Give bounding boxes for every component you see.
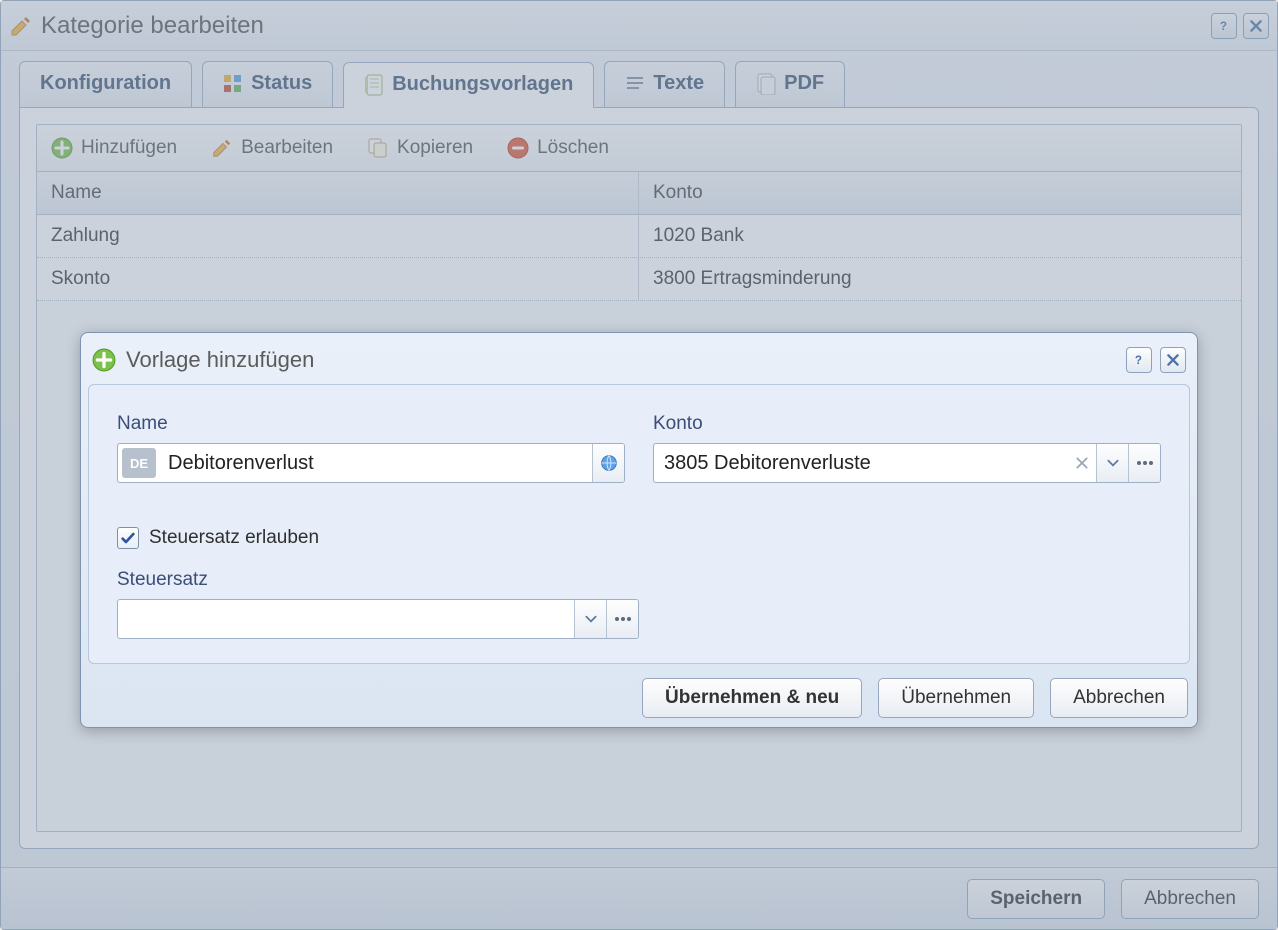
- apply-button[interactable]: Übernehmen: [878, 678, 1034, 718]
- account-label: Konto: [653, 413, 1161, 435]
- chevron-down-icon: [1106, 456, 1120, 470]
- globe-icon: [600, 454, 618, 472]
- dialog-body: Name DE Konto: [88, 384, 1190, 664]
- dialog-titlebar: Vorlage hinzufügen ?: [88, 340, 1190, 384]
- add-circle-icon: [92, 348, 116, 372]
- tax-rate-input-wrap: [117, 599, 639, 639]
- allow-tax-row: Steuersatz erlauben: [117, 527, 1161, 549]
- language-globe-button[interactable]: [592, 444, 624, 482]
- check-icon: [120, 530, 136, 546]
- name-input[interactable]: [158, 444, 592, 482]
- account-lookup-button[interactable]: [1128, 444, 1160, 482]
- account-dropdown-trigger[interactable]: [1096, 444, 1128, 482]
- account-clear-button[interactable]: [1068, 444, 1096, 482]
- dialog-close-button[interactable]: [1160, 347, 1186, 373]
- account-input-wrap: [653, 443, 1161, 483]
- dialog-cancel-button[interactable]: Abbrechen: [1050, 678, 1188, 718]
- language-badge[interactable]: DE: [122, 448, 156, 478]
- dialog-footer: Übernehmen & neu Übernehmen Abbrechen: [88, 664, 1190, 720]
- dialog-help-button[interactable]: ?: [1126, 347, 1152, 373]
- x-icon: [1075, 456, 1089, 470]
- add-template-dialog: Vorlage hinzufügen ? Name DE: [80, 332, 1198, 728]
- name-label: Name: [117, 413, 625, 435]
- name-input-wrap: DE: [117, 443, 625, 483]
- field-tax-rate: Steuersatz: [117, 569, 639, 639]
- chevron-down-icon: [584, 612, 598, 626]
- svg-text:?: ?: [1135, 354, 1142, 367]
- account-input[interactable]: [654, 444, 1068, 482]
- allow-tax-checkbox[interactable]: [117, 527, 139, 549]
- apply-and-new-button[interactable]: Übernehmen & neu: [642, 678, 862, 718]
- dialog-title: Vorlage hinzufügen: [126, 347, 314, 373]
- ellipsis-icon: [1137, 458, 1153, 468]
- tax-rate-input[interactable]: [118, 600, 574, 638]
- field-name: Name DE: [117, 413, 625, 483]
- tax-rate-label: Steuersatz: [117, 569, 639, 591]
- ellipsis-icon: [615, 614, 631, 624]
- tax-rate-dropdown-trigger[interactable]: [574, 600, 606, 638]
- question-icon: ?: [1132, 353, 1146, 367]
- tax-rate-lookup-button[interactable]: [606, 600, 638, 638]
- field-account: Konto: [653, 413, 1161, 483]
- allow-tax-label: Steuersatz erlauben: [149, 527, 319, 549]
- close-icon: [1166, 353, 1180, 367]
